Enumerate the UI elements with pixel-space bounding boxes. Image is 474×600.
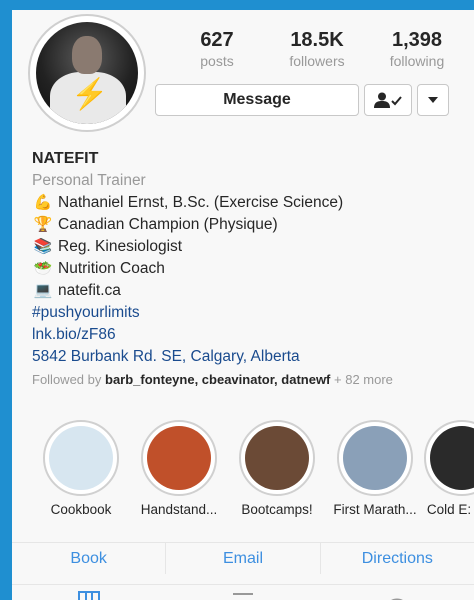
followed-by-suffix: + 82 more [334,372,393,387]
message-button[interactable]: Message [155,84,359,116]
posts-label: posts [200,53,234,69]
followed-by-prefix: Followed by [32,372,102,387]
list-icon [233,593,253,595]
caret-down-icon [428,97,438,103]
highlight-item[interactable]: Bootcamps! [228,420,326,517]
followed-by[interactable]: Followed by barb_fonteyne, cbeavinator, … [32,371,472,388]
avatar-photo: ⚡ [36,22,138,124]
contact-actions: Book Email Directions [12,542,474,574]
profile-stats: 627 posts 18.5K followers 1,398 followin… [172,28,462,70]
profile-avatar[interactable]: ⚡ [28,14,146,132]
stat-posts[interactable]: 627 posts [172,28,262,70]
highlight-label: Bootcamps! [241,502,313,517]
story-highlights: Cookbook Handstand... Bootcamps! First M… [32,420,474,517]
profile-name: NATEFIT [32,150,99,167]
highlight-item[interactable]: Handstand... [130,420,228,517]
person-check-icon [374,92,402,108]
following-count: 1,398 [391,29,443,51]
tab-list[interactable] [228,591,258,600]
address-link[interactable]: 5842 Burbank Rd. SE, Calgary, Alberta [32,346,472,368]
profile-card: ⚡ 627 posts 18.5K followers 1,398 follow… [12,10,474,600]
highlight-cover [49,426,113,490]
more-options-button[interactable] [417,84,449,116]
website-link[interactable]: lnk.bio/zF86 [32,324,472,346]
highlight-item[interactable]: Cold E: [424,420,474,517]
highlight-label: First Marath... [333,502,417,517]
tab-grid[interactable] [74,591,104,600]
highlight-item[interactable]: First Marath... [326,420,424,517]
profile-bio: NATEFIT Personal Trainer 💪 Nathaniel Ern… [32,148,472,388]
books-icon: 📚 [33,238,53,255]
bio-line: 🏆 Canadian Champion (Physique) [32,214,472,236]
highlight-cover [343,426,407,490]
stat-followers[interactable]: 18.5K followers [272,28,362,70]
email-button[interactable]: Email [166,543,321,574]
followers-label: followers [289,53,345,69]
highlight-label: Cold E: [426,502,472,517]
profile-action-buttons: Message [155,84,449,116]
flexed-biceps-icon: 💪 [33,194,53,211]
highlight-label: Handstand... [140,502,218,517]
highlight-cover [430,426,474,490]
bio-text: Reg. Kinesiologist [58,238,183,255]
bio-text: Nathaniel Ernst, B.Sc. (Exercise Science… [58,194,344,211]
bio-line: 📚 Reg. Kinesiologist [32,236,472,258]
laptop-icon: 💻 [33,282,53,299]
followers-count: 18.5K [290,29,344,51]
bio-line: 🥗 Nutrition Coach [32,258,472,280]
bio-text: natefit.ca [58,282,121,299]
book-button[interactable]: Book [12,543,167,574]
highlight-item[interactable]: Cookbook [32,420,130,517]
profile-tabs [12,584,474,600]
profile-category: Personal Trainer [32,172,146,189]
bio-text: Nutrition Coach [58,260,165,277]
highlight-label: Cookbook [50,502,112,517]
salad-icon: 🥗 [33,260,53,277]
followed-by-users: barb_fonteyne, cbeavinator, datnewf [105,372,331,387]
bio-line: 💪 Nathaniel Ernst, B.Sc. (Exercise Scien… [32,192,472,214]
following-toggle-button[interactable] [364,84,412,116]
tab-tagged[interactable] [382,591,412,600]
following-label: following [389,53,445,69]
highlight-cover [245,426,309,490]
trophy-icon: 🏆 [33,216,53,233]
grid-icon [78,591,100,600]
posts-count: 627 [200,29,234,51]
highlight-cover [147,426,211,490]
bio-line: 💻 natefit.ca [32,280,472,302]
stat-following[interactable]: 1,398 following [372,28,462,70]
bio-text: Canadian Champion (Physique) [58,216,278,233]
hashtag-link[interactable]: #pushyourlimits [32,302,472,324]
tagged-icon [391,598,403,600]
directions-button[interactable]: Directions [321,543,474,574]
